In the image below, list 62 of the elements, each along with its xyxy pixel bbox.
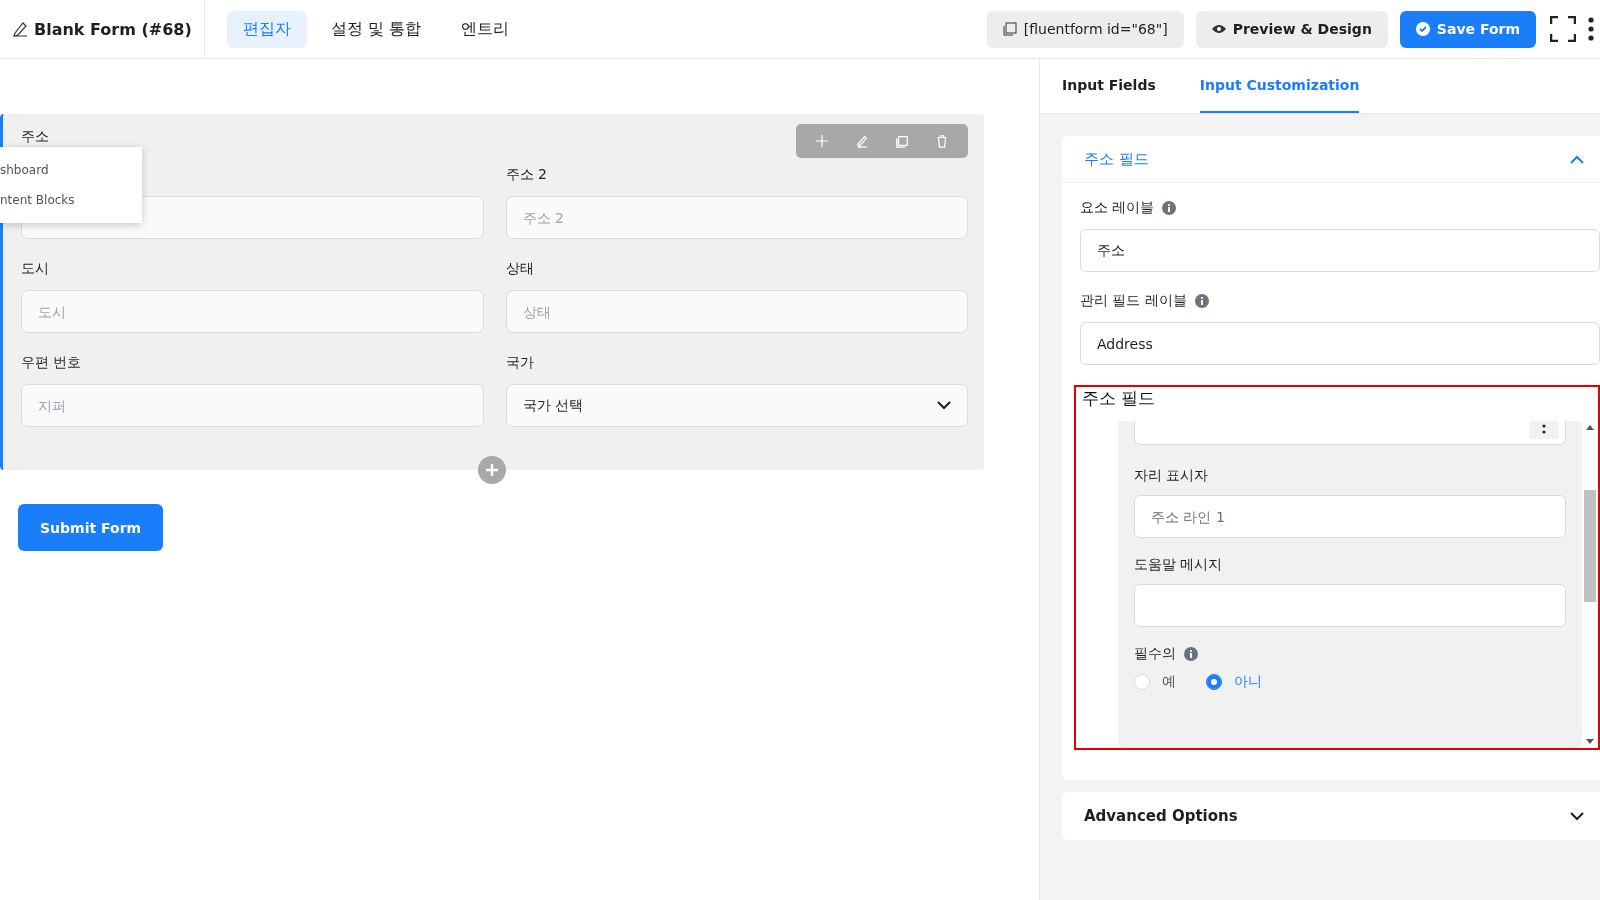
kebab-icon xyxy=(1542,424,1546,436)
text-input[interactable]: 도시 xyxy=(21,290,484,333)
radio-option[interactable]: 아니 xyxy=(1206,673,1262,691)
field-label: 상태 xyxy=(505,260,535,278)
scroll-up-icon[interactable] xyxy=(1586,425,1594,430)
field-label: 우편 번호 xyxy=(21,354,83,372)
text-input[interactable]: 지퍼 xyxy=(21,384,484,427)
setting-label: 자리 표시자 xyxy=(1134,467,1210,485)
chevron-down-icon[interactable] xyxy=(937,401,951,410)
field-label: 국가 xyxy=(505,354,535,372)
field-label: 주소 xyxy=(21,128,49,146)
info-icon xyxy=(1184,647,1198,661)
menu-item[interactable]: shboard xyxy=(0,155,142,185)
setting-label: 도움말 메시지 xyxy=(1134,556,1224,574)
advanced-options-header[interactable]: Advanced Options xyxy=(1062,792,1600,840)
country-select[interactable]: 국가 선택 xyxy=(505,384,968,427)
edit-icon[interactable] xyxy=(855,133,869,149)
radio-icon[interactable] xyxy=(1206,674,1222,690)
menu-item[interactable]: ntent Blocks xyxy=(0,185,142,215)
more-icon[interactable] xyxy=(1588,17,1594,41)
nav-tab[interactable]: 엔트리 xyxy=(444,10,525,48)
info-icon xyxy=(1162,201,1177,215)
panel-tab[interactable]: Input Fields xyxy=(1062,59,1156,113)
setting-label: 요소 레이블 xyxy=(1080,199,1600,217)
section-title: Advanced Options xyxy=(1084,807,1238,825)
trash-icon[interactable] xyxy=(935,133,949,149)
copy-icon xyxy=(1002,22,1017,36)
more-button[interactable] xyxy=(1529,421,1559,439)
pencil-icon xyxy=(12,21,28,37)
field-label: 도시 xyxy=(21,260,50,278)
subsection-title: 주소 필드 xyxy=(1081,387,1157,410)
scroll-down-icon[interactable] xyxy=(1586,739,1594,744)
submit-form-button[interactable]: Submit Form xyxy=(18,504,164,551)
setting-label: 관리 필드 레이블 xyxy=(1080,292,1600,310)
eye-icon xyxy=(1211,24,1226,34)
move-icon[interactable] xyxy=(815,133,829,149)
section-header[interactable]: 주소 필드 xyxy=(1062,136,1600,183)
save-form-button[interactable]: Save Form xyxy=(1399,10,1536,48)
text-input[interactable]: 주소 2 xyxy=(505,196,968,239)
setting-input[interactable]: Address xyxy=(1080,322,1600,365)
help-message-input[interactable] xyxy=(1134,584,1566,627)
plus-icon xyxy=(486,464,498,476)
setting-label: 필수의 xyxy=(1134,645,1566,663)
setting-input[interactable]: 주소 xyxy=(1080,229,1600,272)
form-title: Blank Form (#68) xyxy=(34,19,192,39)
nav-tab[interactable]: 설정 및 통합 xyxy=(314,10,437,48)
add-field-button[interactable] xyxy=(478,456,506,484)
panel-tab[interactable]: Input Customization xyxy=(1199,59,1360,113)
placeholder-input[interactable]: 주소 라인 1 xyxy=(1134,495,1566,538)
chevron-up-icon[interactable] xyxy=(1570,154,1584,164)
field-label: 주소 2 xyxy=(505,166,548,184)
section-title: 주소 필드 xyxy=(1084,149,1149,169)
shortcode-button[interactable]: [fluentform id="68"] xyxy=(986,10,1184,48)
cut-input[interactable] xyxy=(1134,421,1566,445)
check-circle-icon xyxy=(1415,22,1430,36)
chevron-down-icon[interactable] xyxy=(1570,811,1584,821)
fullscreen-icon[interactable] xyxy=(1550,16,1576,42)
copy-icon[interactable] xyxy=(895,133,909,149)
text-input[interactable]: 상태 xyxy=(505,290,968,333)
info-icon xyxy=(1194,294,1209,308)
preview-button[interactable]: Preview & Design xyxy=(1195,10,1388,48)
radio-option[interactable]: 예 xyxy=(1134,673,1176,691)
